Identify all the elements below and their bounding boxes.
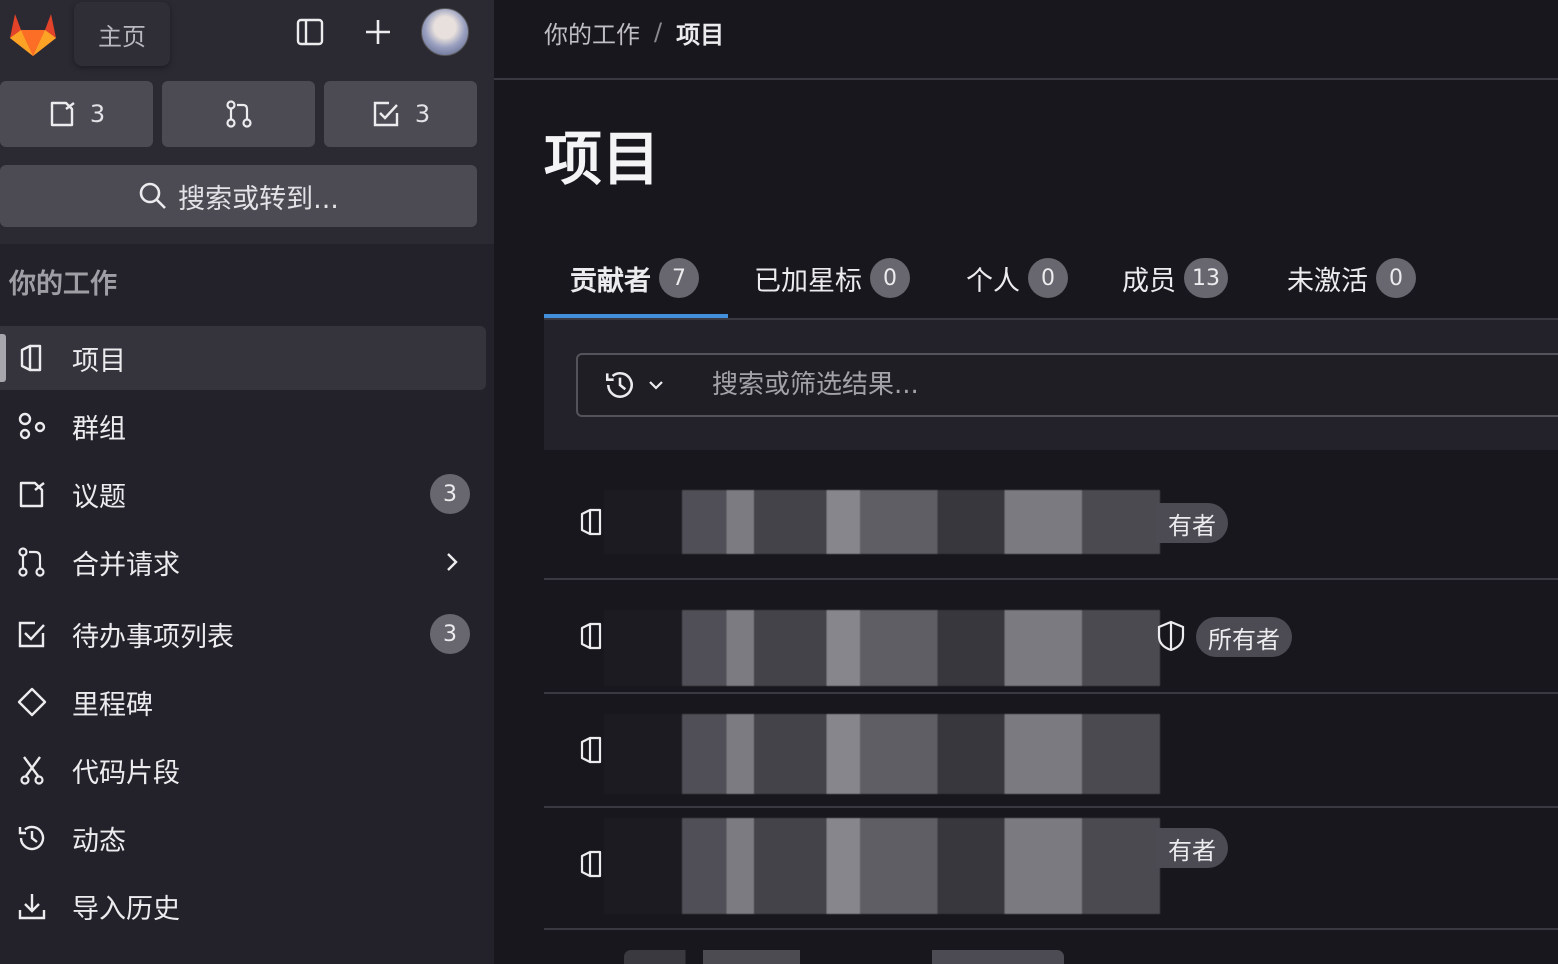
role-badge: 所有者 <box>1196 617 1292 657</box>
project-icon <box>20 344 42 372</box>
row-divider <box>544 928 1558 930</box>
project-name-redacted[interactable] <box>604 610 1160 686</box>
issues-counter-button[interactable]: 3 <box>0 81 153 147</box>
role-badge: 有者 <box>1156 503 1228 543</box>
group-icon <box>18 412 46 440</box>
tab-inactive[interactable]: 未激活 0 <box>1287 240 1416 316</box>
user-avatar[interactable] <box>421 8 469 56</box>
tab-label: 个人 <box>966 265 1020 297</box>
project-row[interactable]: 有者 <box>544 808 1558 922</box>
sidebar-item-todos[interactable]: 待办事项列表 3 <box>0 602 486 666</box>
main-content: 你的工作 / 项目 项目 贡献者 7 已加星标 0 个人 0 成员 13 未激活… <box>494 0 1558 964</box>
sidebar-toggle-icon <box>296 18 324 46</box>
sidebar-item-issues[interactable]: 议题 3 <box>0 462 486 526</box>
search-filter-input[interactable] <box>690 353 1558 417</box>
tab-label: 已加星标 <box>754 265 862 297</box>
search-label: 搜索或转到... <box>178 183 339 215</box>
issues-icon <box>19 481 45 508</box>
tab-count: 0 <box>870 258 910 298</box>
sidebar-item-label: 代码片段 <box>72 757 180 789</box>
chevron-right-icon[interactable] <box>440 550 464 574</box>
todos-count: 3 <box>414 100 431 128</box>
issues-icon <box>50 101 75 127</box>
sidebar-item-activity[interactable]: 动态 <box>0 806 486 870</box>
sidebar-item-label: 导入历史 <box>72 893 180 925</box>
todos-badge: 3 <box>430 614 470 654</box>
sidebar-item-label: 项目 <box>72 345 126 377</box>
tab-starred[interactable]: 已加星标 0 <box>754 240 910 316</box>
home-tooltip[interactable]: 主页 <box>74 2 170 66</box>
sidebar-item-label: 动态 <box>72 825 126 857</box>
breadcrumb-current[interactable]: 项目 <box>676 15 724 50</box>
merge-request-icon <box>225 100 252 128</box>
tab-member[interactable]: 成员 13 <box>1122 240 1228 316</box>
create-new-button[interactable] <box>354 8 402 56</box>
breadcrumb-parent[interactable]: 你的工作 <box>544 15 640 50</box>
project-row[interactable]: 有者 <box>544 466 1558 580</box>
project-name-redacted[interactable] <box>604 714 1160 794</box>
tab-count: 0 <box>1028 258 1068 298</box>
history-icon <box>18 825 45 851</box>
project-name-redacted[interactable] <box>604 818 1160 914</box>
project-icon <box>580 508 602 536</box>
filter-bar <box>544 320 1558 450</box>
todo-icon <box>373 101 399 127</box>
issues-badge: 3 <box>430 474 470 514</box>
milestone-icon <box>17 687 47 717</box>
project-row[interactable]: 所有者 <box>544 580 1558 694</box>
recent-searches-button[interactable] <box>576 353 692 417</box>
project-name-redacted[interactable] <box>604 490 1160 554</box>
tab-label: 未激活 <box>1287 265 1368 297</box>
role-badge: 有者 <box>1156 828 1228 868</box>
snippet-icon <box>20 756 44 785</box>
tab-count: 13 <box>1184 258 1228 298</box>
your-work-heading: 你的工作 <box>9 269 117 300</box>
project-row-partial[interactable] <box>624 950 1064 964</box>
tab-label: 成员 <box>1122 265 1176 297</box>
sidebar-header: 主页 3 3 搜索或转到... <box>0 0 494 244</box>
tab-count: 7 <box>659 258 699 298</box>
sidebar-item-milestones[interactable]: 里程碑 <box>0 670 486 734</box>
project-tabs: 贡献者 7 已加星标 0 个人 0 成员 13 未激活 0 <box>544 240 1558 320</box>
gitlab-logo-icon[interactable] <box>6 6 60 58</box>
sidebar-item-merge-requests[interactable]: 合并请求 <box>0 530 486 594</box>
download-icon <box>18 894 46 920</box>
breadcrumb: 你的工作 / 项目 <box>544 14 724 50</box>
tab-count: 0 <box>1376 258 1416 298</box>
sidebar-item-snippets[interactable]: 代码片段 <box>0 738 486 802</box>
sidebar-item-label: 议题 <box>72 481 126 513</box>
breadcrumb-separator: / <box>654 18 663 46</box>
toggle-sidebar-button[interactable] <box>286 8 334 56</box>
sidebar-item-projects[interactable]: 项目 <box>0 326 486 390</box>
todos-counter-button[interactable]: 3 <box>324 81 477 147</box>
sidebar-item-groups[interactable]: 群组 <box>0 394 486 458</box>
sidebar-item-label: 合并请求 <box>72 549 180 581</box>
sidebar-item-import-history[interactable]: 导入历史 <box>0 874 486 938</box>
header-divider <box>494 78 1558 80</box>
sidebar-item-label: 待办事项列表 <box>72 621 234 653</box>
page-title: 项目 <box>544 125 661 193</box>
search-icon <box>139 182 167 209</box>
issues-count: 3 <box>89 100 106 128</box>
project-row[interactable] <box>544 694 1558 808</box>
shield-icon <box>1157 620 1185 652</box>
tab-label: 贡献者 <box>570 265 651 297</box>
tab-personal[interactable]: 个人 0 <box>966 240 1068 316</box>
search-or-go-to-button[interactable]: 搜索或转到... <box>0 165 477 227</box>
todo-icon <box>18 621 45 648</box>
merge-request-icon <box>18 547 45 577</box>
history-icon <box>605 372 633 398</box>
tab-contributed[interactable]: 贡献者 7 <box>570 240 699 316</box>
merge-requests-counter-button[interactable] <box>162 81 315 147</box>
sidebar: 主页 3 3 搜索或转到... 你的工作 项目 群组 议题 3 合并请求 待办事… <box>0 0 494 964</box>
project-icon <box>580 736 602 764</box>
sidebar-item-label: 里程碑 <box>72 689 153 721</box>
chevron-down-icon <box>649 381 663 390</box>
sidebar-item-label: 群组 <box>72 413 126 445</box>
project-icon <box>580 622 602 650</box>
project-icon <box>580 850 602 878</box>
plus-icon <box>366 20 390 44</box>
